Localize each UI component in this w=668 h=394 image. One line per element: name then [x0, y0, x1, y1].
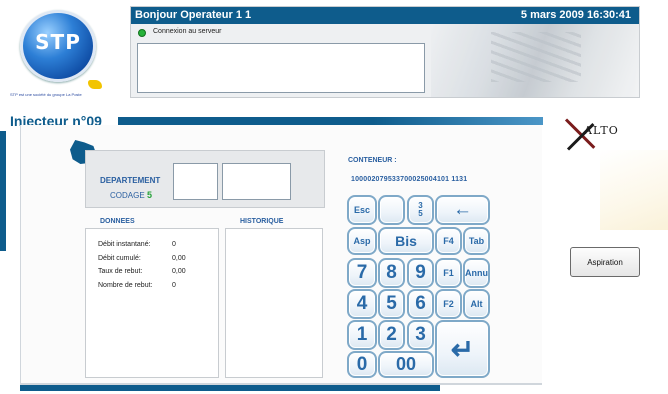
key-9[interactable]: 9: [407, 258, 434, 288]
donnees-row-label: Taux de rebut:: [98, 268, 143, 275]
donnees-row-label: Débit cumulé:: [98, 255, 141, 262]
donnees-box: [85, 228, 219, 378]
left-stripe: [0, 131, 6, 251]
esc-key[interactable]: Esc: [347, 195, 377, 225]
conteneur-label: CONTENEUR :: [348, 157, 397, 164]
key-8[interactable]: 8: [378, 258, 405, 288]
header-bar: Bonjour Operateur 1 1 5 mars 2009 16:30:…: [131, 7, 639, 24]
key-0[interactable]: 0: [347, 351, 377, 378]
alto-logo-text: ALTO: [584, 124, 619, 137]
department-field-1[interactable]: [173, 163, 218, 200]
f4-key[interactable]: F4: [435, 227, 462, 255]
blank-key[interactable]: [378, 195, 405, 225]
bis-key[interactable]: Bis: [378, 227, 434, 255]
alt-key[interactable]: Alt: [463, 289, 490, 319]
department-label: DEPARTEMENT: [100, 176, 161, 185]
f2-key[interactable]: F2: [435, 289, 462, 319]
message-box: [137, 43, 425, 93]
donnees-label: DONNEES: [100, 218, 135, 225]
key-00[interactable]: 00: [378, 351, 434, 378]
historique-label: HISTORIQUE: [240, 218, 284, 225]
tab-key[interactable]: Tab: [463, 227, 490, 255]
department-field-2[interactable]: [222, 163, 291, 200]
bottom-stripe: [20, 385, 440, 391]
status-ok-icon: [138, 29, 146, 37]
key-2[interactable]: 2: [378, 320, 405, 350]
operator-greeting: Bonjour Operateur 1 1: [135, 9, 252, 21]
donnees-row-label: Débit instantané:: [98, 241, 151, 248]
key-7[interactable]: 7: [347, 258, 377, 288]
historique-list[interactable]: [225, 228, 323, 378]
root: STP STP est une société du groupe La Pos…: [0, 0, 668, 394]
donnees-row-value: 0: [172, 241, 176, 248]
donnees-row-value: 0: [172, 282, 176, 289]
fraction-key[interactable]: 3 5: [407, 195, 434, 225]
donnees-row-label: Nombre de rebut:: [98, 282, 153, 289]
conteneur-value: 100002079533700025004101 1131: [351, 176, 468, 183]
title-stripe: [118, 117, 543, 125]
key-4[interactable]: 4: [347, 289, 377, 319]
donnees-row-value: 0,00: [172, 255, 186, 262]
key-6[interactable]: 6: [407, 289, 434, 319]
key-5[interactable]: 5: [378, 289, 405, 319]
fraction-denominator: 5: [418, 209, 423, 218]
backspace-key[interactable]: ←: [435, 195, 490, 225]
annu-key[interactable]: Annu: [463, 258, 490, 288]
codage-label: CODAGE: [110, 191, 145, 200]
header-photo: [431, 24, 639, 97]
decorative-background: [600, 150, 668, 230]
stp-logo: STP STP est une société du groupe La Pos…: [10, 8, 118, 104]
datetime: 5 mars 2009 16:30:41: [520, 9, 631, 21]
header-panel: Bonjour Operateur 1 1 5 mars 2009 16:30:…: [130, 6, 640, 98]
stp-logo-subtitle: STP est une société du groupe La Poste: [10, 92, 82, 97]
stp-logo-text: STP: [35, 30, 81, 54]
key-3[interactable]: 3: [407, 320, 434, 350]
key-1[interactable]: 1: [347, 320, 377, 350]
enter-key[interactable]: ↵: [435, 320, 490, 378]
aspiration-button[interactable]: Aspiration: [570, 247, 640, 277]
donnees-row-value: 0,00: [172, 268, 186, 275]
asp-key[interactable]: Asp: [347, 227, 377, 255]
la-poste-bird-icon: [88, 80, 102, 89]
f1-key[interactable]: F1: [435, 258, 462, 288]
codage-value: 5: [147, 190, 153, 200]
status-text: Connexion au serveur: [153, 28, 222, 35]
